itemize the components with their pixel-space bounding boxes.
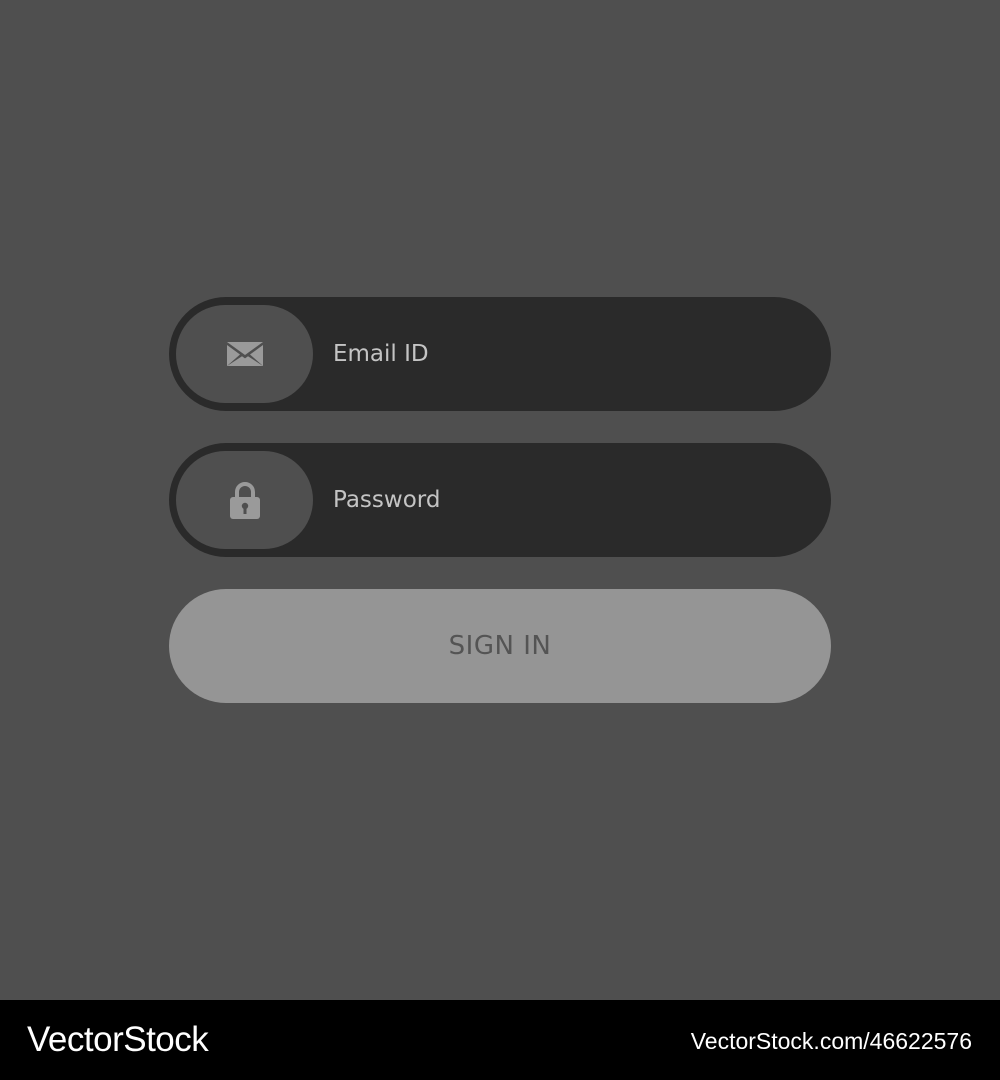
password-input[interactable]: [333, 443, 793, 557]
login-form-canvas: SIGN IN: [0, 0, 1000, 1000]
password-icon-pill: [176, 451, 313, 549]
password-field[interactable]: [169, 443, 831, 557]
envelope-icon: [226, 342, 263, 366]
email-icon-pill: [176, 305, 313, 403]
watermark-bar: VectorStock VectorStock.com/46622576: [0, 1000, 1000, 1080]
sign-in-button[interactable]: SIGN IN: [169, 589, 831, 703]
watermark-logo: VectorStock: [27, 1020, 209, 1059]
email-field[interactable]: [169, 297, 831, 411]
email-input[interactable]: [333, 297, 793, 411]
lock-icon: [229, 482, 260, 519]
watermark-image-ref: VectorStock.com/46622576: [690, 1028, 972, 1054]
